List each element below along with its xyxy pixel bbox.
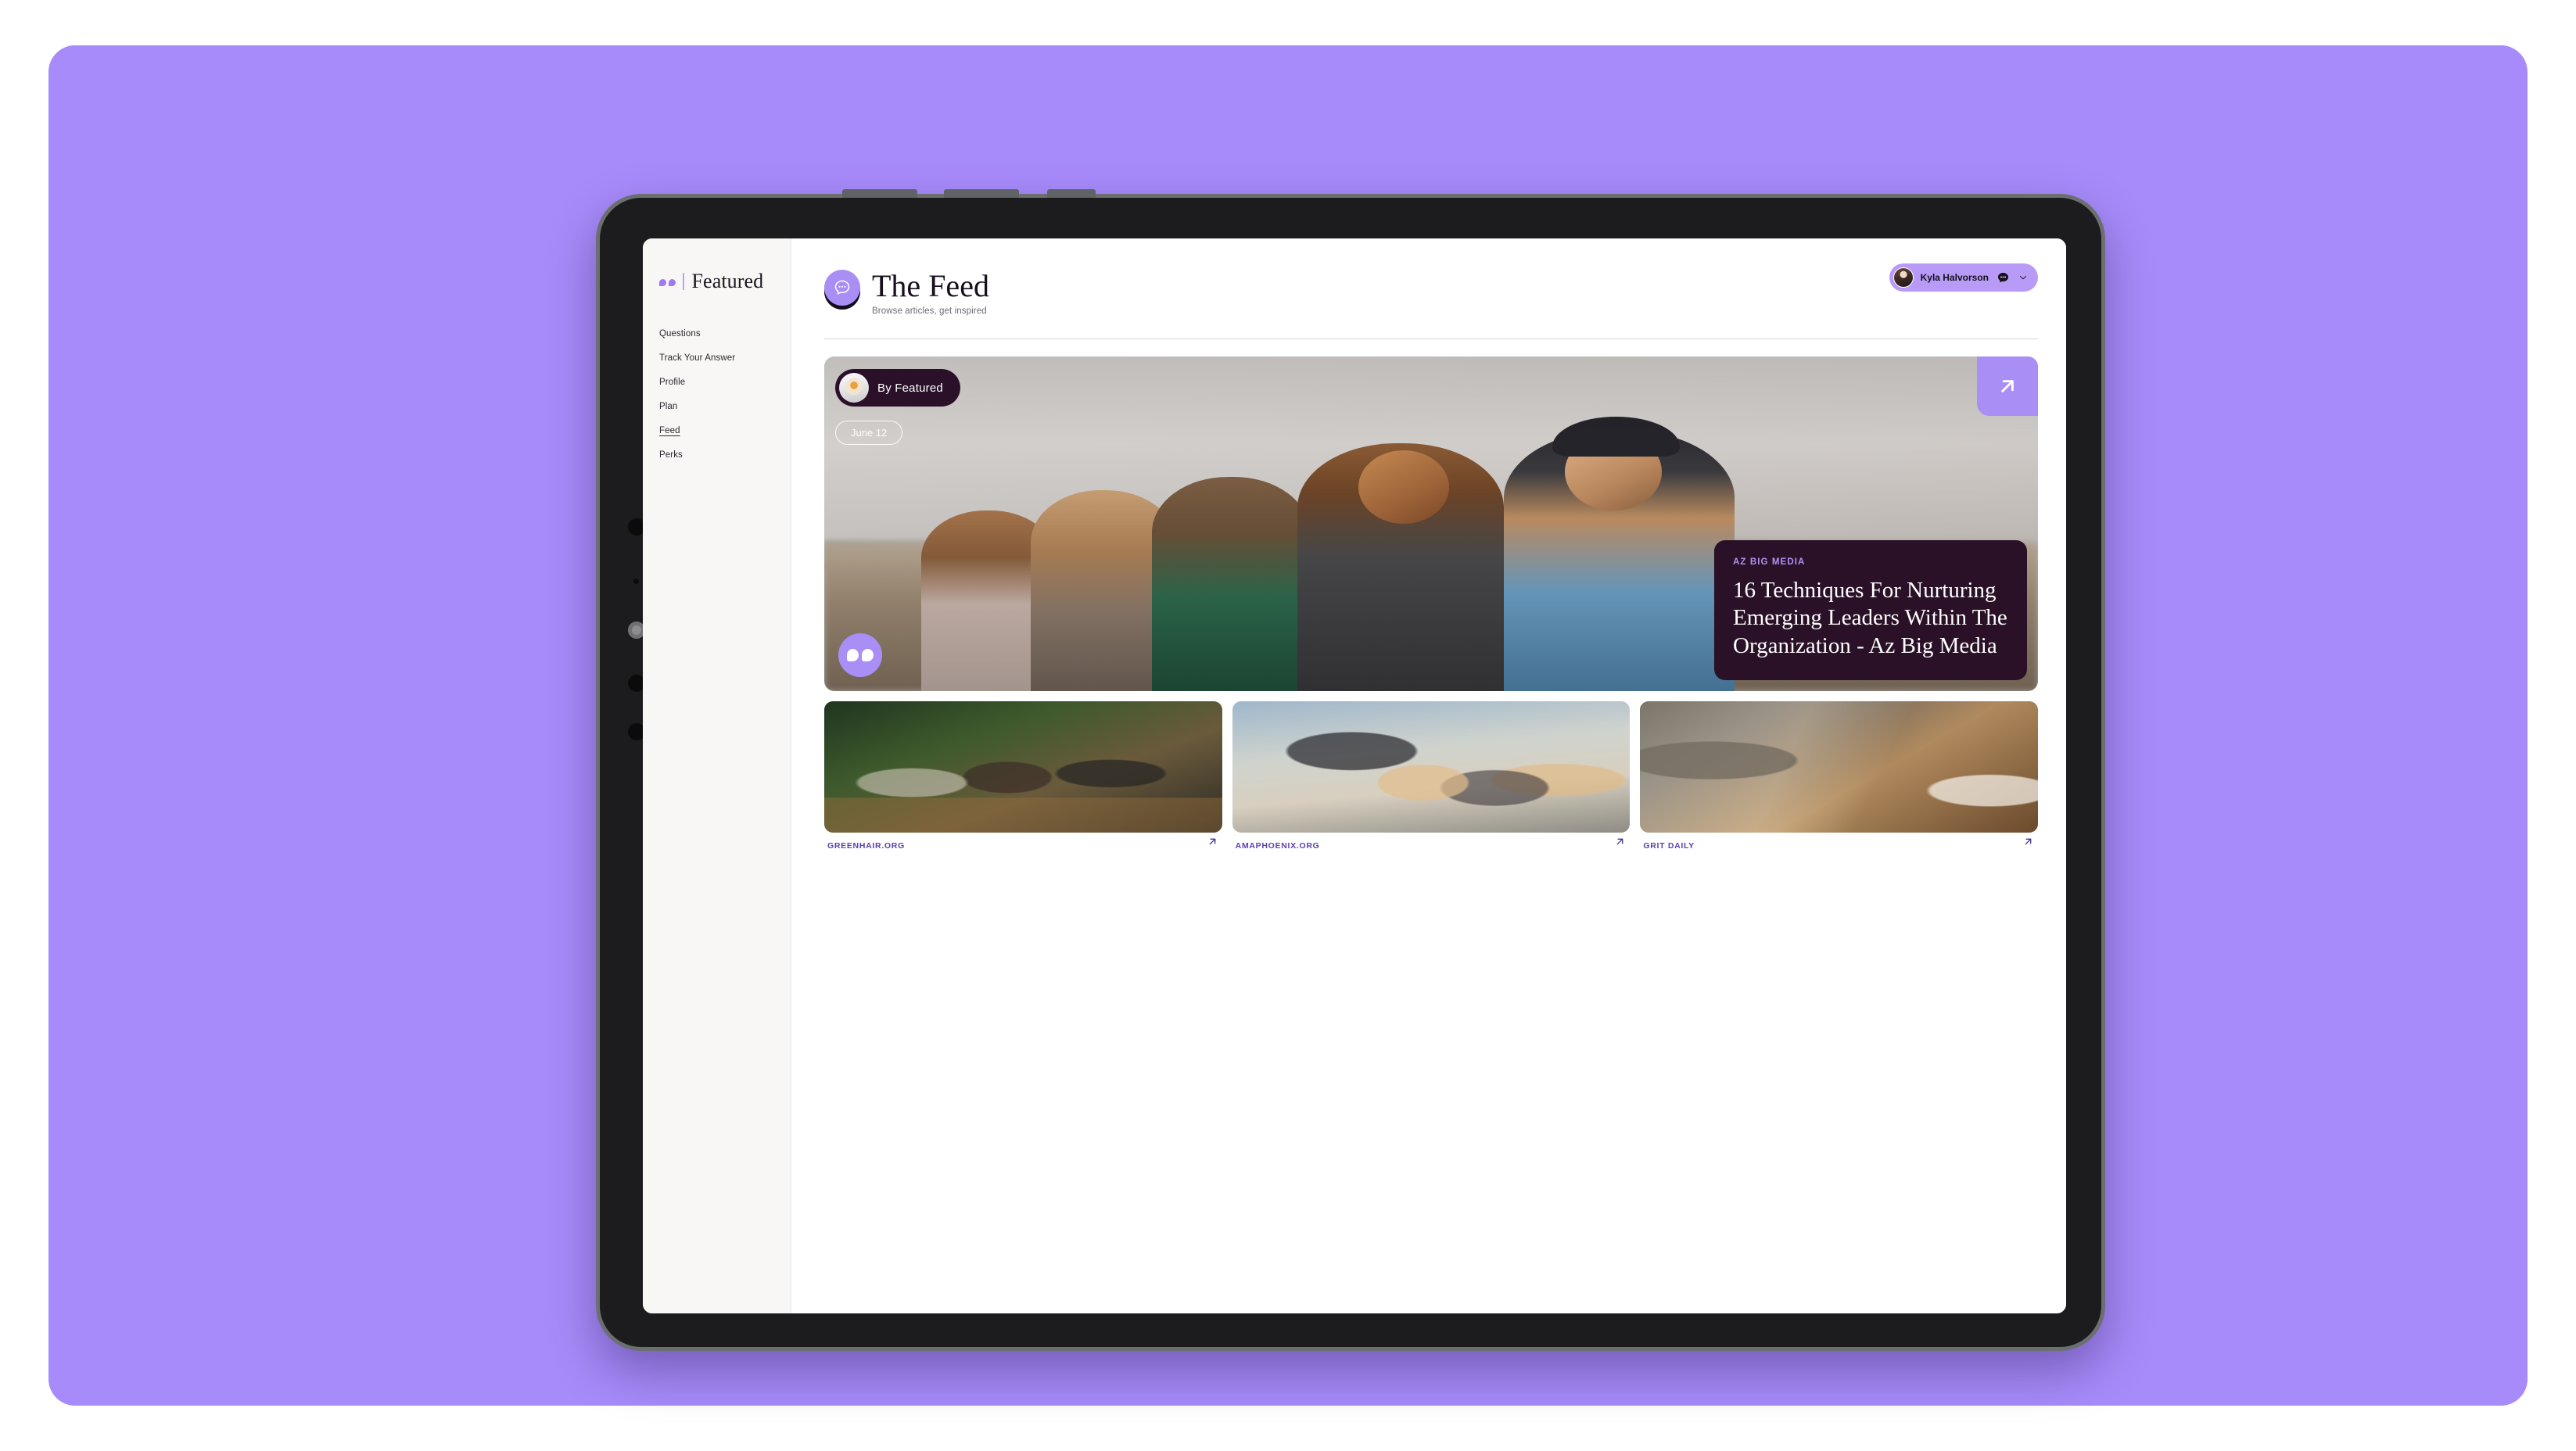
sidebar-item-track-your-answer[interactable]: Track Your Answer <box>659 353 791 378</box>
avatar <box>1893 267 1914 288</box>
chat-bubble-icon[interactable] <box>1996 270 2011 285</box>
list-item[interactable]: AMAPHOENIX.ORG <box>1232 701 1631 851</box>
thumbnail-source: GREENHAIR.ORG <box>827 841 905 851</box>
brand-divider <box>683 273 684 290</box>
top-bar: The Feed Browse articles, get inspired K… <box>824 263 2038 316</box>
page-background: Featured Questions Track Your Answer Pro… <box>48 45 2528 1406</box>
article-source: AZ BIG MEDIA <box>1733 557 1806 567</box>
sidebar-item-perks[interactable]: Perks <box>659 450 791 475</box>
open-article-button[interactable] <box>1977 356 2038 416</box>
publish-date-badge: June 12 <box>835 421 903 445</box>
featured-article-card[interactable]: By Featured June 12 AZ BIG MEDIA 16 Tech… <box>824 356 2038 691</box>
tablet-device: Featured Questions Track Your Answer Pro… <box>596 189 2105 1351</box>
device-top-button-2 <box>944 189 1019 198</box>
user-menu[interactable]: Kyla Halvorson <box>1889 263 2038 292</box>
author-badge: By Featured <box>835 369 960 407</box>
brand-name: Featured <box>691 270 764 292</box>
quote-mark-icon <box>659 277 676 286</box>
device-sensor-2 <box>633 579 639 584</box>
page-title: The Feed <box>872 268 989 303</box>
author-label: By Featured <box>877 381 943 395</box>
quote-icon <box>838 633 882 677</box>
sidebar-nav: Questions Track Your Answer Profile Plan… <box>643 329 791 475</box>
page-subtitle: Browse articles, get inspired <box>872 306 987 316</box>
arrow-up-right-icon <box>2001 380 2014 392</box>
thumbnail-image <box>1232 701 1631 833</box>
main-content: The Feed Browse articles, get inspired K… <box>791 238 2066 1313</box>
arrow-up-right-icon[interactable] <box>1613 835 1627 848</box>
chevron-down-icon[interactable] <box>2018 272 2029 283</box>
user-name: Kyla Halvorson <box>1920 272 1989 283</box>
device-top-button-3 <box>1047 189 1096 198</box>
sidebar-item-profile[interactable]: Profile <box>659 378 791 402</box>
chat-bubble-icon <box>824 270 860 306</box>
thumbnail-image <box>1640 701 2039 833</box>
coffee-cup-avatar <box>839 373 869 403</box>
article-title: 16 Techniques For Nurturing Emerging Lea… <box>1733 577 2007 658</box>
thumbnail-image <box>824 701 1222 833</box>
list-item[interactable]: GRIT DAILY <box>1640 701 2039 851</box>
article-thumbnail-list: GREENHAIR.ORG AMAPHOENIX.ORG GRIT DAILY <box>824 701 2039 851</box>
page-header: The Feed Browse articles, get inspired <box>824 263 989 316</box>
thumbnail-source: GRIT DAILY <box>1643 841 1695 851</box>
thumbnail-footer: AMAPHOENIX.ORG <box>1232 833 1631 851</box>
tablet-screen: Featured Questions Track Your Answer Pro… <box>643 238 2066 1313</box>
article-info-card: AZ BIG MEDIA 16 Techniques For Nurturing… <box>1714 539 2027 680</box>
arrow-up-right-icon[interactable] <box>2022 835 2035 848</box>
sidebar: Featured Questions Track Your Answer Pro… <box>643 238 791 1313</box>
device-top-button-1 <box>842 189 917 198</box>
sidebar-item-plan[interactable]: Plan <box>659 402 791 426</box>
thumbnail-footer: GRIT DAILY <box>1640 833 2038 851</box>
thumbnail-footer: GREENHAIR.ORG <box>824 833 1222 851</box>
arrow-up-right-icon[interactable] <box>1206 835 1219 848</box>
brand-logo[interactable]: Featured <box>643 270 791 293</box>
list-item[interactable]: GREENHAIR.ORG <box>824 701 1222 851</box>
sidebar-item-feed[interactable]: Feed <box>659 426 791 450</box>
sidebar-item-questions[interactable]: Questions <box>659 329 791 353</box>
thumbnail-source: AMAPHOENIX.ORG <box>1235 841 1320 851</box>
